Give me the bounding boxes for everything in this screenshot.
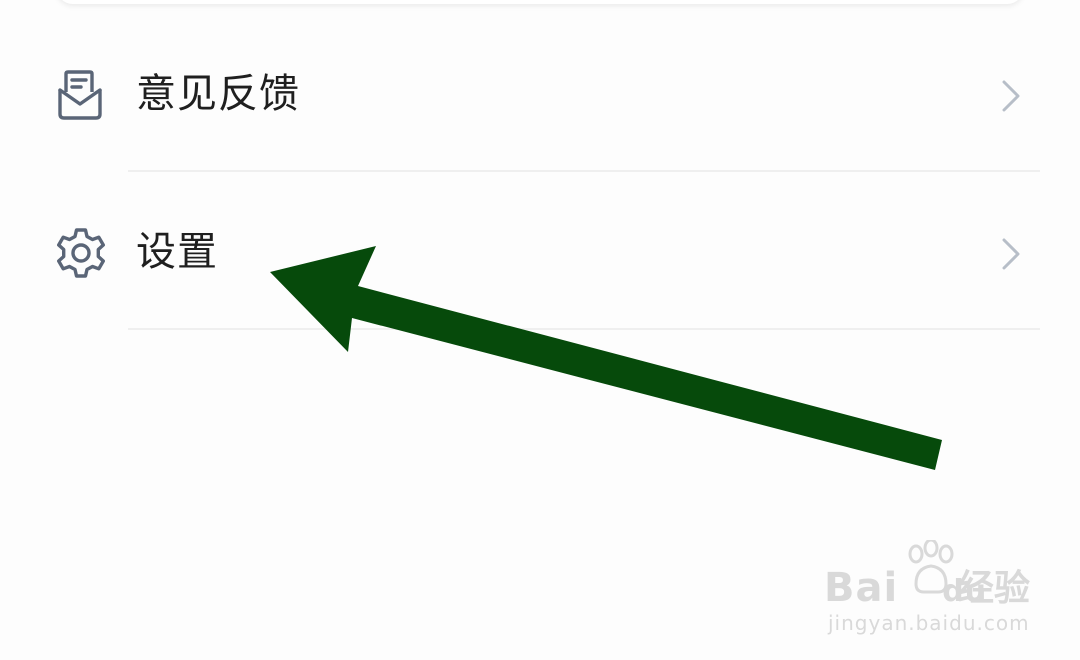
settings-page: 意见反馈 设置 Bai du 经验 jingyan.baidu.com [0, 0, 1080, 660]
gear-icon [57, 228, 105, 278]
watermark-cn: 经验 [958, 568, 1031, 609]
chevron-right-icon [1002, 80, 1020, 112]
menu-item-feedback[interactable]: 意见反馈 [0, 16, 1080, 172]
divider [128, 328, 1040, 330]
chevron-right-icon [1002, 238, 1020, 270]
menu-label-settings: 设置 [136, 229, 218, 275]
feedback-mail-icon [58, 70, 102, 120]
watermark-logo-a: Bai [824, 565, 899, 611]
baidu-jingyan-watermark: Bai du 经验 jingyan.baidu.com [824, 540, 1034, 640]
menu-label-feedback: 意见反馈 [136, 71, 300, 117]
menu-item-settings[interactable]: 设置 [0, 174, 1080, 330]
divider [128, 170, 1040, 172]
top-card-edge [56, 0, 1024, 4]
watermark-url: jingyan.baidu.com [828, 611, 1030, 635]
